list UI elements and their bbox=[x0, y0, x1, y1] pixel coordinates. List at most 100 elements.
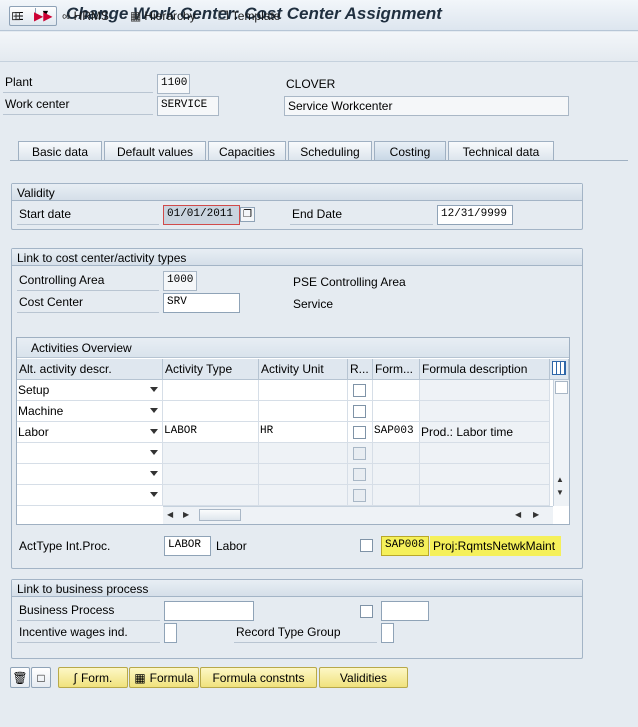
formula-button[interactable]: ▦ Formula bbox=[129, 667, 199, 688]
formula-description-cell bbox=[420, 380, 550, 401]
activity-type-cell[interactable] bbox=[163, 380, 259, 401]
activity-type-cell[interactable] bbox=[163, 443, 259, 464]
activity-descr-cell[interactable]: Setup bbox=[17, 380, 163, 401]
business-process-checkbox[interactable] bbox=[360, 605, 373, 618]
scroll-right-icon[interactable]: ▶ bbox=[533, 510, 539, 519]
activity-unit-cell[interactable]: HR bbox=[259, 422, 348, 443]
grid-settings-icon bbox=[552, 361, 566, 375]
column-header[interactable]: Activity Unit bbox=[259, 359, 348, 380]
dropdown-icon[interactable] bbox=[150, 492, 158, 497]
activity-descr-cell[interactable]: Labor bbox=[17, 422, 163, 443]
next-object-button[interactable]: ▶▶ bbox=[34, 7, 52, 25]
horizontal-scrollbar[interactable]: ◀ ▶ ◀ ▶ bbox=[163, 506, 553, 524]
dropdown-icon[interactable] bbox=[150, 408, 158, 413]
scroll-left-icon[interactable]: ◀ bbox=[515, 510, 521, 519]
activity-unit-cell[interactable] bbox=[259, 443, 348, 464]
scroll-right-icon[interactable]: ▶ bbox=[183, 510, 189, 519]
acttype-intproc-field[interactable]: LABOR bbox=[164, 536, 211, 556]
formula-cell[interactable] bbox=[373, 380, 420, 401]
incentive-wages-field[interactable] bbox=[164, 623, 177, 643]
acttype-intproc-label: ActType Int.Proc. bbox=[19, 539, 111, 553]
acttype-intproc-formula-field[interactable]: SAP008 bbox=[381, 536, 429, 556]
formula-cell[interactable] bbox=[373, 464, 420, 485]
column-header[interactable]: Activity Type bbox=[163, 359, 259, 380]
column-header[interactable]: Alt. activity descr. bbox=[17, 359, 163, 380]
activity-type-cell[interactable] bbox=[163, 464, 259, 485]
formula-cell[interactable]: SAP003 bbox=[373, 422, 420, 443]
link-icon: ∞ bbox=[62, 9, 71, 23]
acttype-intproc-checkbox[interactable] bbox=[360, 539, 373, 552]
activity-descr-cell[interactable] bbox=[17, 443, 163, 464]
other-object-button[interactable]: ⊞ bbox=[11, 7, 21, 25]
business-process-field[interactable] bbox=[164, 601, 254, 621]
cost-center-field[interactable]: SRV bbox=[163, 293, 240, 313]
checkbox[interactable] bbox=[353, 426, 366, 439]
template-button[interactable]: ❐ Template bbox=[218, 7, 280, 25]
column-header[interactable]: Form... bbox=[373, 359, 420, 380]
business-process-extra-field[interactable] bbox=[381, 601, 429, 621]
scroll-thumb[interactable] bbox=[199, 509, 241, 521]
activity-unit-cell[interactable] bbox=[259, 401, 348, 422]
delete-button[interactable]: 🗑 bbox=[10, 667, 30, 688]
activity-type-cell[interactable] bbox=[163, 485, 259, 506]
form-button[interactable]: ∫ Form. bbox=[58, 667, 128, 688]
link-business-process-title: Link to business process bbox=[12, 580, 582, 597]
scroll-thumb[interactable] bbox=[555, 381, 568, 394]
validities-button[interactable]: Validities bbox=[319, 667, 408, 688]
end-date-field[interactable]: 12/31/9999 bbox=[437, 205, 513, 225]
vertical-scrollbar[interactable]: ▲ ▼ bbox=[553, 380, 569, 506]
workcenter-description: Service Workcenter bbox=[284, 96, 569, 116]
r-cell bbox=[348, 443, 373, 464]
tab-capacities[interactable]: Capacities bbox=[208, 141, 286, 160]
activity-type-cell[interactable]: LABOR bbox=[163, 422, 259, 443]
dropdown-icon[interactable] bbox=[150, 471, 158, 476]
tab-basic-data[interactable]: Basic data bbox=[18, 141, 102, 160]
tab-costing[interactable]: Costing bbox=[374, 141, 446, 160]
tab-technical-data[interactable]: Technical data bbox=[448, 141, 554, 160]
calendar-icon[interactable]: ❐ bbox=[240, 207, 255, 222]
record-type-group-field[interactable] bbox=[381, 623, 394, 643]
activity-unit-cell[interactable] bbox=[259, 485, 348, 506]
scroll-up-icon[interactable]: ▲ bbox=[556, 475, 564, 484]
column-header[interactable]: Formula description bbox=[420, 359, 550, 380]
acttype-intproc-description: Labor bbox=[216, 539, 247, 553]
template-icon: ❐ bbox=[218, 9, 229, 23]
dropdown-icon[interactable] bbox=[150, 387, 158, 392]
formula-cell[interactable] bbox=[373, 485, 420, 506]
scroll-down-icon[interactable]: ▼ bbox=[556, 488, 564, 497]
workcenter-field: SERVICE bbox=[157, 96, 219, 116]
new-entry-button[interactable]: □ bbox=[31, 667, 51, 688]
activity-type-cell[interactable] bbox=[163, 401, 259, 422]
plant-description: CLOVER bbox=[286, 77, 336, 91]
checkbox[interactable] bbox=[353, 489, 366, 502]
activity-descr-cell[interactable] bbox=[17, 464, 163, 485]
formula-description-cell bbox=[420, 464, 550, 485]
checkbox[interactable] bbox=[353, 468, 366, 481]
hierarchy-button[interactable]: ▦ Hierarchy bbox=[130, 7, 196, 25]
checkbox[interactable] bbox=[353, 447, 366, 460]
formula-description-cell bbox=[420, 401, 550, 422]
table-settings-button[interactable] bbox=[550, 359, 569, 380]
formula-description-cell: Prod.: Labor time bbox=[420, 422, 550, 443]
dropdown-icon[interactable] bbox=[150, 429, 158, 434]
column-header[interactable]: R... bbox=[348, 359, 373, 380]
formula-cell[interactable] bbox=[373, 443, 420, 464]
tab-default-values[interactable]: Default values bbox=[104, 141, 206, 160]
activity-unit-cell[interactable] bbox=[259, 380, 348, 401]
checkbox[interactable] bbox=[353, 384, 366, 397]
activities-overview-title: Activities Overview bbox=[17, 338, 569, 358]
scroll-left-icon[interactable]: ◀ bbox=[167, 510, 173, 519]
formula-constants-button[interactable]: Formula constnts bbox=[200, 667, 317, 688]
formula-cell[interactable] bbox=[373, 401, 420, 422]
hierarchy-icon: ▦ bbox=[134, 670, 146, 685]
tab-scheduling[interactable]: Scheduling bbox=[288, 141, 372, 160]
activity-descr-cell[interactable]: Machine bbox=[17, 401, 163, 422]
dropdown-icon[interactable] bbox=[150, 450, 158, 455]
checkbox[interactable] bbox=[353, 405, 366, 418]
business-process-label: Business Process bbox=[17, 603, 160, 621]
activity-descr-cell[interactable] bbox=[17, 485, 163, 506]
activity-unit-cell[interactable] bbox=[259, 464, 348, 485]
hrms-button[interactable]: ∞ HRMS bbox=[62, 7, 109, 25]
application-toolbar bbox=[0, 32, 638, 62]
start-date-field[interactable]: 01/01/2011 bbox=[163, 205, 240, 225]
